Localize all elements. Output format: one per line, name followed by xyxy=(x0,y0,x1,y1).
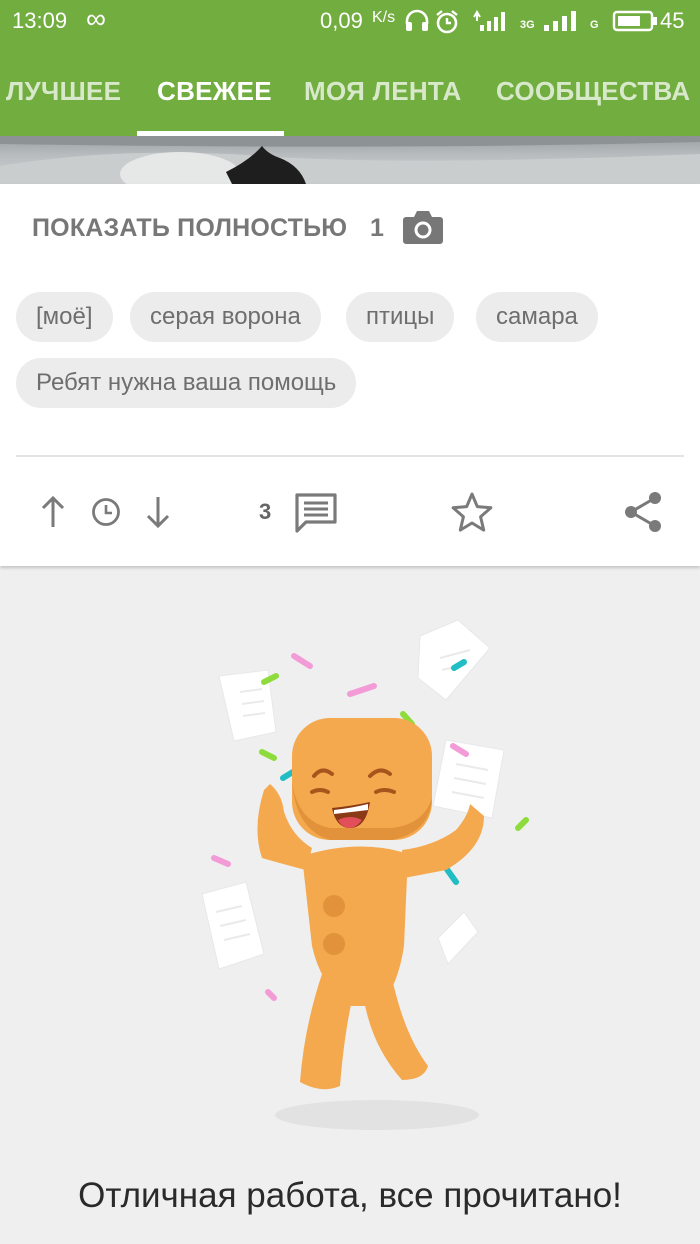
tag-chip[interactable]: самара xyxy=(476,292,598,342)
app-header: 13:09 ∞ 0,09 K/s 3G G 45 ЛУЧШЕЕ СВЕЖЕЕ М… xyxy=(0,0,700,136)
upvote-arrow-icon[interactable] xyxy=(38,494,68,530)
tab-best[interactable]: ЛУЧШЕЕ xyxy=(6,76,121,107)
tab-bar: ЛУЧШЕЕ СВЕЖЕЕ МОЯ ЛЕНТА СООБЩЕСТВА xyxy=(0,70,700,136)
tab-fresh[interactable]: СВЕЖЕЕ xyxy=(157,76,272,107)
card-divider xyxy=(16,455,684,457)
share-icon[interactable] xyxy=(622,490,664,534)
clock-icon[interactable] xyxy=(90,496,122,528)
network-speed-unit: K/s xyxy=(372,9,396,26)
headphones-icon xyxy=(405,9,429,31)
status-time: 13:09 xyxy=(12,8,68,33)
show-full-button[interactable]: ПОКАЗАТЬ ПОЛНОСТЬЮ xyxy=(32,214,347,243)
post-image[interactable] xyxy=(0,136,700,184)
gingerbread-mascot-illustration xyxy=(201,619,529,1130)
battery-level: 45 xyxy=(660,8,685,33)
tag-chip[interactable]: Ребят нужна ваша помощь xyxy=(16,358,357,408)
post-card: ПОКАЗАТЬ ПОЛНОСТЬЮ 1 [моё] серая ворона … xyxy=(0,184,700,566)
status-bar: 13:09 ∞ 0,09 K/s 3G G 45 xyxy=(0,0,700,44)
alarm-clock-icon xyxy=(436,10,458,34)
star-icon[interactable] xyxy=(450,490,494,534)
tag-chip[interactable]: птицы xyxy=(346,292,455,342)
camera-icon xyxy=(403,211,443,244)
battery-icon xyxy=(612,10,657,32)
data-arrows-icon xyxy=(473,10,505,31)
tab-my-feed[interactable]: МОЯ ЛЕНТА xyxy=(304,76,462,107)
tag-chip[interactable]: [моё] xyxy=(16,292,113,342)
network-type-g: G xyxy=(590,19,599,31)
downvote-arrow-icon[interactable] xyxy=(143,494,173,530)
network-type-3g: 3G xyxy=(520,19,535,31)
comments-count: 3 xyxy=(259,499,272,524)
tag-chip[interactable]: серая ворона xyxy=(130,292,321,342)
infinity-icon: ∞ xyxy=(86,3,106,34)
comments-icon[interactable] xyxy=(294,492,338,534)
network-speed: 0,09 xyxy=(320,8,363,33)
photo-count: 1 xyxy=(370,214,384,242)
empty-state: Отличная работа, все прочитано! xyxy=(0,566,700,1244)
all-read-message: Отличная работа, все прочитано! xyxy=(78,1176,622,1215)
signal-strength-icon xyxy=(544,11,576,31)
tab-communities[interactable]: СООБЩЕСТВА xyxy=(496,76,690,107)
